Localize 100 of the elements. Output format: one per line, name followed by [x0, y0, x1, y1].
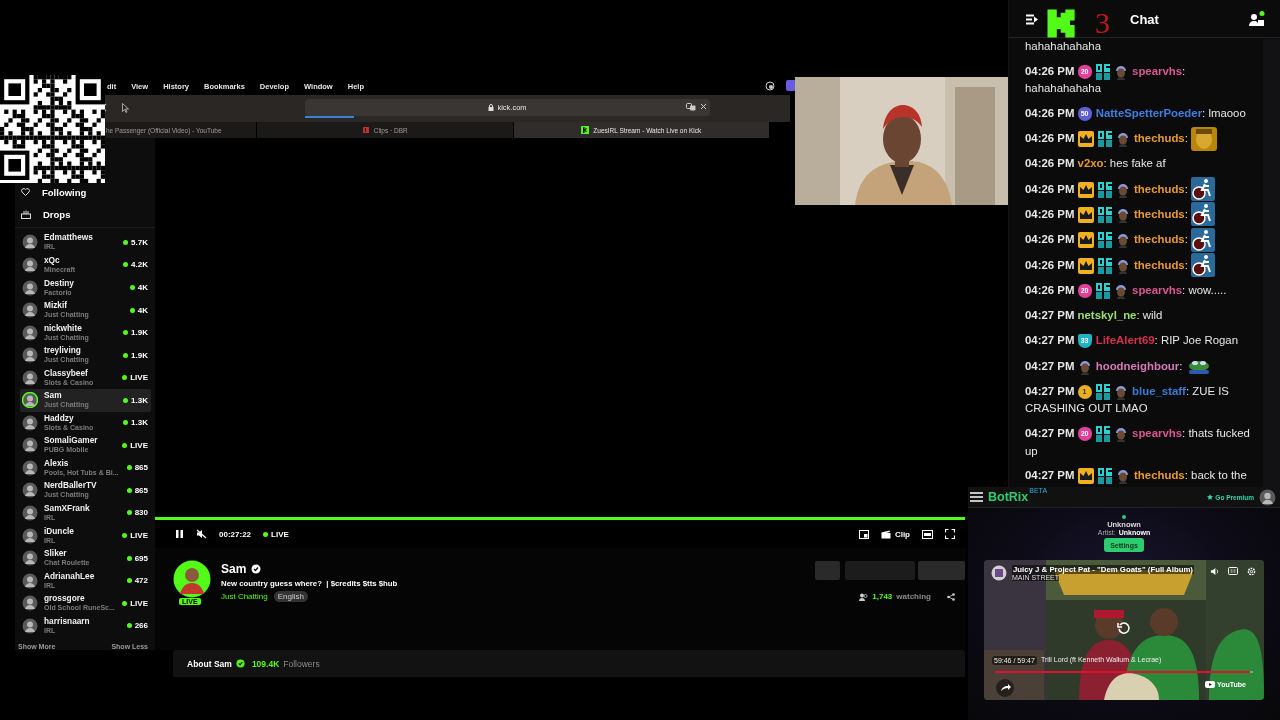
avatar-icon — [22, 550, 38, 567]
fullscreen-icon[interactable] — [945, 529, 955, 539]
avatar-icon — [22, 482, 38, 499]
live-dot — [123, 239, 129, 245]
muted-speaker-icon[interactable] — [196, 529, 207, 539]
stream-time: 00:27:22 — [219, 529, 252, 539]
viewer-count: 1.9K — [131, 350, 148, 360]
avatar-icon — [22, 302, 38, 319]
username[interactable]: LifeAlert69 — [1095, 334, 1155, 347]
translate-icon[interactable] — [686, 103, 696, 111]
username[interactable]: thechuds — [1134, 132, 1185, 145]
chat-message: 04:27 PM hoodneighbour: — [1025, 353, 1263, 379]
sidebar-link[interactable]: Drops — [43, 208, 71, 220]
channel-name: iDuncle — [44, 526, 75, 536]
viewer-count: 1,743 — [872, 592, 893, 601]
crown-icon — [1077, 257, 1094, 274]
overlay-digit: 3 — [1095, 8, 1110, 38]
channel-avatar[interactable] — [173, 560, 211, 598]
pause-icon[interactable] — [175, 529, 184, 539]
avatar-icon — [22, 414, 38, 431]
close-icon[interactable] — [700, 103, 707, 110]
live-dot — [126, 465, 132, 471]
avatar-icon — [22, 369, 38, 386]
username[interactable]: thechuds — [1134, 183, 1185, 196]
viewer-count: 865 — [134, 463, 148, 473]
avatar-icon — [1115, 181, 1130, 198]
pixel-badge-icon — [1097, 207, 1112, 223]
heart-icon — [21, 188, 30, 197]
avatar-icon — [22, 572, 38, 589]
viewer-count: 4.2K — [131, 260, 148, 270]
loading-placeholder — [918, 561, 965, 580]
viewer-count: 1.3K — [131, 418, 148, 428]
captions-icon[interactable] — [1228, 567, 1238, 575]
viewer-count: 472 — [134, 576, 148, 586]
share-icon[interactable] — [947, 592, 955, 601]
avatar-icon — [22, 324, 38, 341]
avatar-icon — [1113, 63, 1128, 80]
live-dot — [126, 555, 132, 561]
channel-name: NerdBallerTV — [44, 481, 98, 491]
username[interactable]: thechuds — [1134, 259, 1185, 271]
viewer-count: 1.9K — [131, 328, 148, 338]
replay-icon[interactable] — [1117, 621, 1131, 635]
picture-in-picture-icon[interactable] — [858, 529, 869, 539]
username[interactable]: thechuds — [1134, 469, 1185, 482]
avatar-icon — [22, 392, 38, 409]
channel-name: Destiny — [44, 278, 75, 288]
pixel-badge-icon — [1097, 181, 1112, 198]
avatar-icon — [1115, 207, 1130, 223]
collapse-icon[interactable] — [1026, 14, 1039, 25]
viewers-icon — [859, 592, 869, 601]
live-dot — [126, 623, 132, 629]
pixel-badge-icon — [1097, 131, 1112, 148]
pixel-badge-icon — [1097, 468, 1112, 485]
avatar-icon — [22, 234, 38, 251]
menu-icon[interactable] — [970, 492, 983, 502]
clips-icon — [361, 126, 370, 134]
emote-icon — [1191, 126, 1218, 151]
channel-name: Haddzy — [44, 413, 75, 423]
channel-name: Classybeef — [44, 368, 89, 378]
viewer-count: LIVE — [130, 531, 148, 541]
language-tag[interactable]: English — [273, 591, 308, 602]
username[interactable]: blue_staff — [1132, 385, 1186, 398]
live-dot — [126, 487, 132, 493]
username[interactable]: v2xo — [1077, 157, 1104, 170]
live-dot — [123, 397, 129, 403]
viewer-count: LIVE — [130, 373, 148, 383]
status-icon[interactable] — [765, 81, 775, 91]
volume-icon[interactable] — [1210, 567, 1219, 576]
chat-message: 04:26 PM thechuds: — [1025, 252, 1263, 278]
clip-button[interactable]: Clip — [880, 529, 910, 539]
avatar-icon — [22, 617, 38, 634]
verified-icon — [251, 564, 262, 574]
username[interactable]: thechuds — [1134, 233, 1185, 246]
crown-icon — [1077, 468, 1094, 485]
username[interactable]: thechuds — [1134, 208, 1185, 221]
wheelchair-icon — [1191, 227, 1216, 252]
live-dot — [263, 531, 269, 537]
crown-icon — [1077, 181, 1094, 198]
channel-name: xQc — [44, 255, 61, 265]
pixel-badge-icon — [1095, 383, 1110, 400]
theater-mode-icon[interactable] — [922, 529, 933, 539]
chat-message: 04:26 PM thechuds: — [1025, 227, 1263, 253]
chat-message: 04:27 PM thechuds: back to the — [1025, 463, 1263, 489]
sidebar-link[interactable]: Following — [42, 186, 87, 198]
clapper-icon — [880, 529, 891, 539]
live-dot — [123, 330, 129, 336]
avatar-icon — [22, 256, 38, 273]
channel-name: AdrianahLee — [44, 571, 96, 581]
category-link[interactable]: Just Chatting — [221, 592, 268, 601]
avatar-icon — [22, 505, 38, 521]
followers-label: Followers — [283, 658, 320, 669]
avatar-icon — [1115, 232, 1130, 249]
share-icon[interactable] — [996, 679, 1014, 697]
avatar-icon — [22, 595, 38, 612]
users-icon[interactable] — [1249, 11, 1265, 27]
avatar-icon — [1113, 383, 1128, 400]
pixel-badge-icon — [1097, 232, 1112, 249]
crown-icon — [1077, 131, 1094, 148]
settings-icon[interactable] — [1247, 567, 1256, 576]
cursor-icon — [122, 103, 129, 113]
